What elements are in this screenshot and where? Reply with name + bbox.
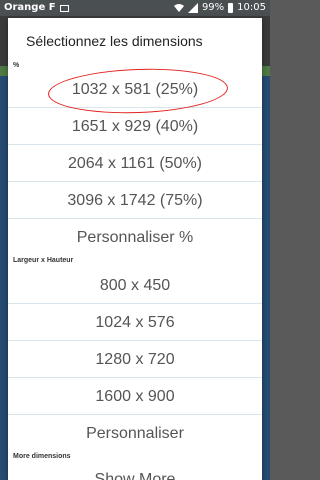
custom-percent-button[interactable]: Personnaliser % (8, 220, 262, 256)
dialog-title: Sélectionnez les dimensions (26, 33, 203, 49)
carrier-name: Orange F (4, 2, 56, 13)
custom-size-button[interactable]: Personnaliser (8, 416, 262, 452)
status-icons: 99% 10:05 (173, 0, 266, 16)
size-section-label: Largeur x Hauteur (13, 257, 74, 264)
percent-section-label: % (13, 62, 20, 69)
image-notification-icon (59, 4, 69, 12)
option-800x450[interactable]: 800 x 450 (8, 268, 262, 304)
show-more-button[interactable]: Show More (8, 462, 262, 480)
battery-icon (228, 3, 234, 13)
option-1024x576[interactable]: 1024 x 576 (8, 305, 262, 341)
option-1280x720[interactable]: 1280 x 720 (8, 342, 262, 378)
background-strip-right (262, 76, 270, 480)
more-section-label: More dimensions (13, 453, 71, 460)
status-bar: Orange F 99% 10:05 (0, 0, 270, 16)
option-1600x900[interactable]: 1600 x 900 (8, 379, 262, 415)
battery-percent: 99% (201, 2, 225, 13)
option-25-percent[interactable]: 1032 x 581 (25%) (8, 72, 262, 108)
option-50-percent[interactable]: 2064 x 1161 (50%) (8, 146, 262, 182)
background-strip-left (0, 76, 8, 480)
option-40-percent[interactable]: 1651 x 929 (40%) (8, 109, 262, 145)
option-75-percent[interactable]: 3096 x 1742 (75%) (8, 183, 262, 219)
wifi-icon (173, 4, 184, 12)
clock: 10:05 (237, 2, 266, 13)
signal-icon (187, 3, 198, 13)
dimension-dialog: Sélectionnez les dimensions % 1032 x 581… (8, 18, 262, 480)
